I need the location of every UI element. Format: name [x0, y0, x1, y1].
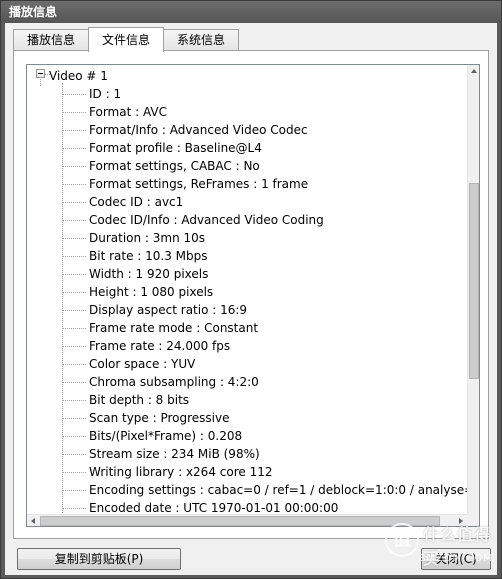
tree-item[interactable]: Chroma subsampling : 4:2:0 — [62, 373, 259, 391]
watermark-logo-icon: 值 — [385, 523, 419, 557]
arrow-left-icon — [31, 518, 35, 524]
watermark: 值 什么值得买 SMZDM.COM — [381, 509, 499, 577]
watermark-domain: SMZDM.COM — [419, 553, 493, 564]
tab-playback-info[interactable]: 播放信息 — [13, 29, 90, 51]
tree-item[interactable]: Color space : YUV — [62, 355, 195, 373]
horizontal-scroll-thumb[interactable] — [40, 516, 440, 526]
tree-item[interactable]: Codec ID/Info : Advanced Video Coding — [62, 211, 324, 229]
tree-item[interactable]: Display aspect ratio : 16:9 — [62, 301, 247, 319]
tree-item[interactable]: Format : AVC — [62, 103, 167, 121]
vertical-scroll-thumb[interactable] — [469, 183, 479, 379]
dialog-client: 播放信息 文件信息 系统信息 Video # 1 ID : 1 Format : … — [5, 23, 497, 575]
copy-to-clipboard-button[interactable]: 复制到剪贴板(P) — [17, 548, 181, 570]
tab-file-info[interactable]: 文件信息 — [88, 27, 165, 52]
tree-item[interactable]: Scan type : Progressive — [62, 409, 230, 427]
tree-item[interactable]: Writing library : x264 core 112 — [62, 463, 272, 481]
tree-item[interactable]: Bit depth : 8 bits — [62, 391, 189, 409]
tab-panel: Video # 1 ID : 1 Format : AVC Format/Info … — [13, 50, 489, 539]
tree-item[interactable]: Format settings, ReFrames : 1 frame — [62, 175, 308, 193]
tree-item[interactable]: Encoding settings : cabac=0 / ref=1 / de… — [62, 481, 467, 499]
media-info-window: 播放信息 播放信息 文件信息 系统信息 Video # 1 ID : 1 Form… — [0, 0, 502, 579]
tree-item[interactable]: Bits/(Pixel*Frame) : 0.208 — [62, 427, 242, 445]
tab-strip: 播放信息 文件信息 系统信息 — [13, 27, 240, 52]
window-title: 播放信息 — [1, 1, 501, 23]
tree-item[interactable]: Duration : 3mn 10s — [62, 229, 205, 247]
tree-item[interactable]: Bit rate : 10.3 Mbps — [62, 247, 208, 265]
arrow-up-icon — [471, 69, 477, 73]
tree-item[interactable]: Height : 1 080 pixels — [62, 283, 213, 301]
vertical-scrollbar[interactable] — [467, 65, 479, 526]
tree-item[interactable]: Format/Info : Advanced Video Codec — [62, 121, 308, 139]
tree-item[interactable]: Codec ID : avc1 — [62, 193, 183, 211]
tree-item[interactable]: Format profile : Baseline@L4 — [62, 139, 262, 157]
scroll-left-button[interactable] — [27, 515, 39, 526]
tree-item[interactable]: ID : 1 — [62, 85, 121, 103]
tree-item[interactable]: Stream size : 234 MiB (98%) — [62, 445, 260, 463]
tree-item[interactable]: Frame rate : 24.000 fps — [62, 337, 230, 355]
tree-item[interactable]: Width : 1 920 pixels — [62, 265, 208, 283]
tree-root-video[interactable]: Video # 1 — [49, 67, 108, 85]
tree-item[interactable]: Frame rate mode : Constant — [62, 319, 258, 337]
tree-item[interactable]: Format settings, CABAC : No — [62, 157, 260, 175]
tab-system-info[interactable]: 系统信息 — [163, 29, 240, 51]
scroll-up-button[interactable] — [468, 65, 479, 77]
tree-content: Video # 1 ID : 1 Format : AVC Format/Info … — [27, 65, 467, 526]
info-tree[interactable]: Video # 1 ID : 1 Format : AVC Format/Info … — [26, 64, 480, 527]
